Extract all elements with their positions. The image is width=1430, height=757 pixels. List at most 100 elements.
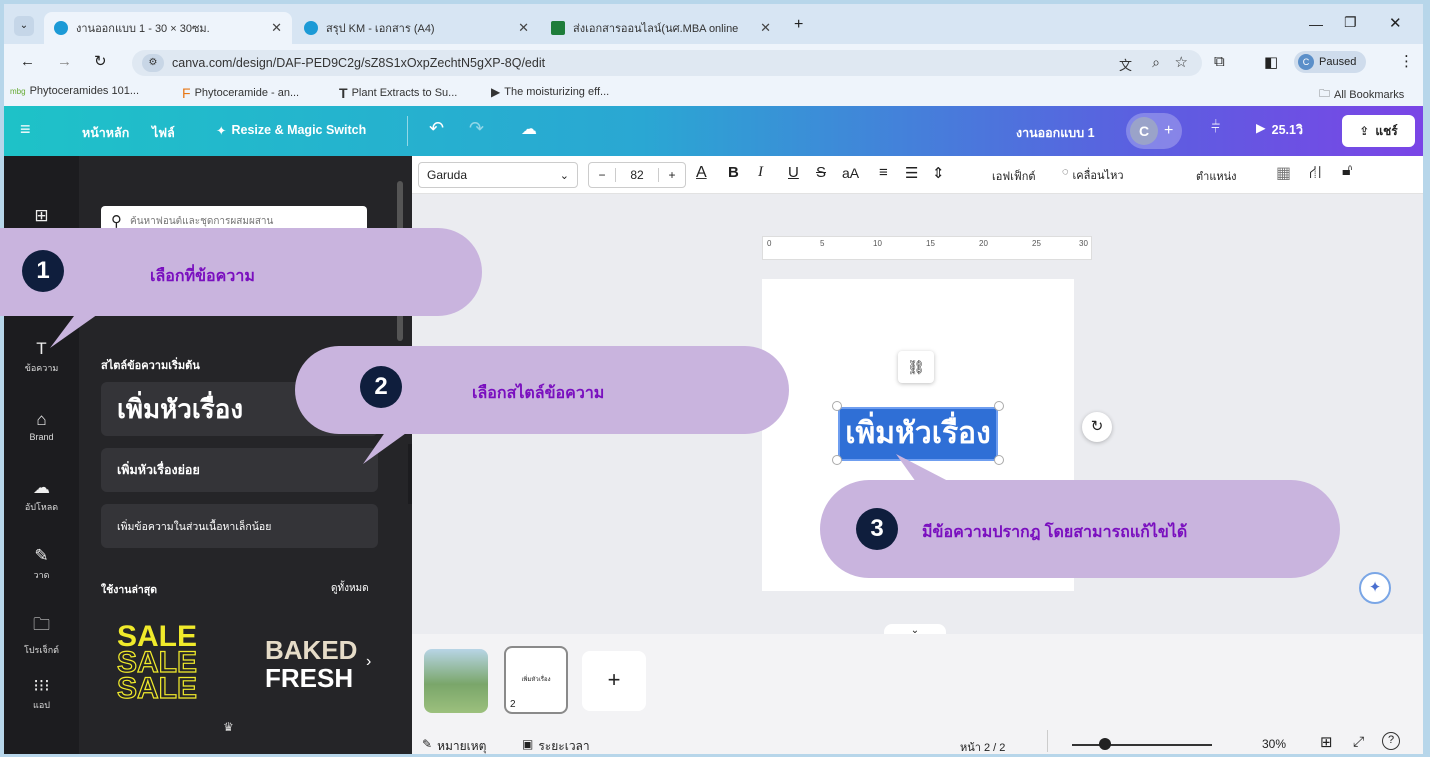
tab-design[interactable]: งานออกแบบ 1 - 30 × 30ซม. ✕ (44, 12, 292, 44)
rail-design[interactable]: ⊞ (4, 206, 79, 228)
restore-icon[interactable]: ❐ (1344, 14, 1357, 31)
sidepanel-icon[interactable]: ◧ (1264, 53, 1278, 71)
sale-template[interactable]: SALE SALE SALE (116, 622, 197, 705)
ruler-tick: 15 (926, 239, 935, 248)
page-thumbnail-1[interactable] (424, 649, 488, 713)
help-icon[interactable]: ? (1382, 732, 1400, 750)
zoom-level[interactable]: 30% (1262, 737, 1286, 751)
upload-icon: ⇪ (1359, 124, 1370, 138)
body-style-button[interactable]: เพิ่มข้อความในส่วนเนื้อหาเล็กน้อย (101, 504, 378, 548)
ruler-tick: 0 (767, 239, 772, 248)
effects-button[interactable]: เอฟเฟ็กต์ (992, 167, 1036, 185)
position-button[interactable]: ตำแหน่ง (1196, 167, 1237, 185)
share-button[interactable]: ⇪ แชร์ (1342, 115, 1415, 147)
forward-icon[interactable]: → (57, 53, 72, 70)
case-icon[interactable]: aA (842, 165, 859, 181)
callout-2-pointer (363, 418, 427, 464)
italic-icon[interactable]: I (758, 164, 763, 181)
rail-upload[interactable]: ☁ อัปโหลด (4, 478, 79, 514)
rotate-icon[interactable]: ↻ (1082, 412, 1112, 442)
new-tab-button[interactable]: + (794, 16, 803, 34)
subheading-style-button[interactable]: เพิ่มหัวเรื่องย่อย (101, 448, 378, 492)
baked-template[interactable]: BAKED FRESH (265, 636, 357, 692)
zoom-icon[interactable]: ⌕ (1152, 54, 1160, 71)
underline-icon[interactable]: U (788, 164, 799, 181)
font-size-stepper[interactable]: − 82 + (588, 162, 686, 188)
reload-icon[interactable]: ↻ (94, 52, 107, 70)
transparency-icon[interactable]: ▦ (1276, 163, 1291, 183)
hamburger-icon[interactable]: ≡ (20, 119, 31, 140)
resize-handle[interactable] (994, 455, 1004, 465)
site-info-icon[interactable]: ⚙ (142, 54, 164, 72)
cloud-sync-icon[interactable]: ☁ (521, 119, 537, 139)
tab-km[interactable]: สรุป KM - เอกสาร (A4) ✕ (294, 12, 539, 44)
rail-label: แอป (33, 700, 50, 710)
rail-projects[interactable]: 🗀 โปรเจ็กต์ (4, 612, 79, 657)
undo-icon[interactable]: ↶ (429, 118, 444, 139)
tab-search-button[interactable]: ⌄ (14, 16, 34, 36)
lock-icon[interactable]: 🔓︎ (1342, 162, 1352, 180)
see-all-link[interactable]: ดูทั้งหมด (331, 581, 369, 596)
font-size-value[interactable]: 82 (615, 168, 659, 182)
resize-handle[interactable] (832, 401, 842, 411)
bookmark-item[interactable]: mbg Phytoceramides 101... (10, 85, 139, 97)
file-menu[interactable]: ไฟล์ (152, 123, 175, 143)
bookmark-item[interactable]: F Phytoceramide - an... (182, 85, 299, 101)
text-color-icon[interactable]: A (696, 164, 707, 182)
back-icon[interactable]: ← (20, 53, 35, 70)
rail-apps[interactable]: ⁝⁝⁝ แอป (4, 676, 79, 712)
page-thumbnail-2[interactable]: เพิ่มหัวเรื่อง 2 (504, 646, 568, 714)
minimize-icon[interactable]: — (1309, 16, 1323, 32)
address-bar[interactable]: ⚙ canva.com/design/DAF-PED9C2g/sZ8S1xOxp… (132, 50, 1202, 76)
zoom-slider-track[interactable] (1072, 744, 1212, 746)
present-button[interactable]: ▶ 25.1วิ (1256, 120, 1303, 140)
zoom-slider-thumb[interactable] (1099, 738, 1111, 750)
close-icon[interactable]: ✕ (760, 20, 771, 36)
brand-icon: ⌂ (36, 410, 47, 429)
decrease-size-button[interactable]: − (589, 168, 615, 182)
search-input[interactable] (130, 215, 350, 227)
bookmark-item[interactable]: ▶ The moisturizing eff... (491, 85, 609, 99)
rail-draw[interactable]: ✎ วาด (4, 546, 79, 582)
animate-button[interactable]: ◌ เคลื่อนไหว (1062, 166, 1124, 184)
magic-assistant-icon[interactable]: ✦ (1359, 572, 1391, 604)
document-title[interactable]: งานออกแบบ 1 (1016, 123, 1095, 143)
increase-size-button[interactable]: + (659, 168, 685, 182)
list-icon[interactable]: ☰ (905, 164, 918, 182)
all-bookmarks[interactable]: 🗀 All Bookmarks (1319, 85, 1404, 104)
fullscreen-icon[interactable]: ⤢ (1353, 733, 1364, 750)
menu-icon[interactable]: ⋮ (1399, 52, 1414, 70)
link-icon[interactable]: ⛓ (898, 351, 934, 383)
window-close-icon[interactable]: ✕ (1389, 14, 1402, 32)
align-icon[interactable]: ≡ (879, 164, 888, 181)
rail-brand[interactable]: ⌂ Brand (4, 410, 79, 442)
chevron-right-icon[interactable]: › (366, 653, 371, 671)
grid-view-icon[interactable]: ⊞ (1320, 733, 1333, 751)
star-icon[interactable]: ☆ (1175, 53, 1188, 71)
bookmark-item[interactable]: T Plant Extracts to Su... (339, 85, 457, 101)
home-menu[interactable]: หน้าหลัก (82, 123, 129, 143)
collaborators[interactable]: C + (1126, 113, 1182, 149)
strikethrough-icon[interactable]: S (816, 164, 826, 181)
redo-icon[interactable]: ↷ (469, 118, 484, 139)
translate-icon[interactable]: 文 (1119, 55, 1132, 74)
font-dropdown[interactable]: Garuda ⌄ (418, 162, 578, 188)
resize-menu[interactable]: ✦ Resize & Magic Switch (216, 123, 366, 138)
paint-format-icon[interactable]: ⛙ (1309, 162, 1322, 186)
resize-handle[interactable] (832, 455, 842, 465)
notes-button[interactable]: ✎ หมายเหตุ (422, 737, 486, 754)
canva-icon (54, 21, 68, 35)
close-icon[interactable]: ✕ (518, 20, 529, 36)
profile-paused-button[interactable]: C Paused (1294, 51, 1367, 73)
timing-button[interactable]: ▣ ระยะเวลา (522, 737, 590, 754)
insights-icon[interactable]: ⫩ (1211, 119, 1220, 137)
avatar: C (1298, 54, 1314, 70)
timer-label: 25.1วิ (1271, 123, 1303, 137)
close-icon[interactable]: ✕ (271, 20, 282, 36)
resize-handle[interactable] (994, 401, 1004, 411)
spacing-icon[interactable]: ⇕ (932, 164, 945, 182)
add-page-button[interactable]: + (582, 651, 646, 711)
tab-submit[interactable]: ส่งเอกสารออนไลน์(นศ.MBA online ✕ (541, 12, 781, 44)
extensions-icon[interactable]: ⧉ (1214, 53, 1225, 70)
bold-icon[interactable]: B (728, 164, 739, 181)
